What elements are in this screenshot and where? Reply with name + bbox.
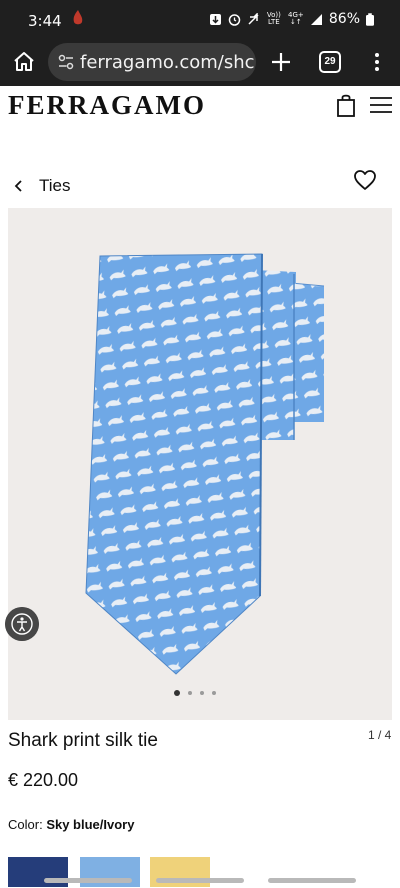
battery-percent: 86% (328, 11, 360, 27)
product-title: Shark print silk tie (8, 730, 158, 751)
site-settings-icon[interactable] (58, 54, 74, 70)
url-bar[interactable]: ferragamo.com/shc (48, 43, 256, 81)
gallery-dot[interactable] (188, 691, 192, 695)
accessibility-icon[interactable] (5, 607, 39, 641)
status-icons: Vo)) LTE 4G+ ↓↑ 86% (209, 11, 374, 27)
new-tab-icon[interactable] (268, 49, 294, 75)
more-menu-icon[interactable] (370, 50, 384, 74)
wishlist-heart-icon[interactable] (353, 169, 377, 191)
color-label: Color: (8, 817, 43, 832)
gallery-dot[interactable] (200, 691, 204, 695)
browser-toolbar: ferragamo.com/shc 29 (0, 40, 400, 86)
back-chevron-icon[interactable] (12, 178, 26, 194)
nav-gesture-bar[interactable] (156, 878, 244, 883)
notification-app-icon (73, 10, 83, 25)
hamburger-menu-icon[interactable] (369, 96, 393, 114)
nav-gesture-bar[interactable] (268, 878, 356, 883)
download-icon (209, 13, 221, 25)
volte-indicator: Vo)) LTE (266, 11, 281, 26)
gallery-dot[interactable] (174, 690, 180, 696)
tab-switcher-button[interactable]: 29 (319, 51, 341, 73)
product-image (85, 253, 325, 675)
battery-icon (366, 12, 374, 26)
gallery-dot[interactable] (212, 691, 216, 695)
nav-gesture-bar[interactable] (44, 878, 132, 883)
status-time: 3:44 (28, 12, 62, 30)
brand-logo[interactable]: FERRAGAMO (8, 90, 206, 121)
color-value: Sky blue/Ivory (46, 817, 135, 832)
home-icon[interactable] (12, 50, 36, 74)
status-bar: 3:44 Vo)) LTE 4G+ ↓↑ 86% (0, 0, 400, 40)
mute-icon (248, 12, 259, 25)
product-price: € 220.00 (8, 770, 79, 790)
signal-icon (310, 13, 322, 25)
breadcrumb-ties[interactable]: Ties (39, 176, 71, 196)
4g-indicator: 4G+ ↓↑ (288, 11, 304, 26)
alarm-icon (228, 13, 241, 26)
color-selection-label: Color: Sky blue/Ivory (8, 817, 134, 832)
shopping-bag-icon[interactable] (336, 93, 356, 117)
product-image-gallery[interactable] (8, 208, 392, 720)
url-text[interactable]: ferragamo.com/shc (80, 52, 255, 73)
image-counter: 1 / 4 (368, 728, 392, 742)
gallery-pagination[interactable] (174, 690, 216, 696)
